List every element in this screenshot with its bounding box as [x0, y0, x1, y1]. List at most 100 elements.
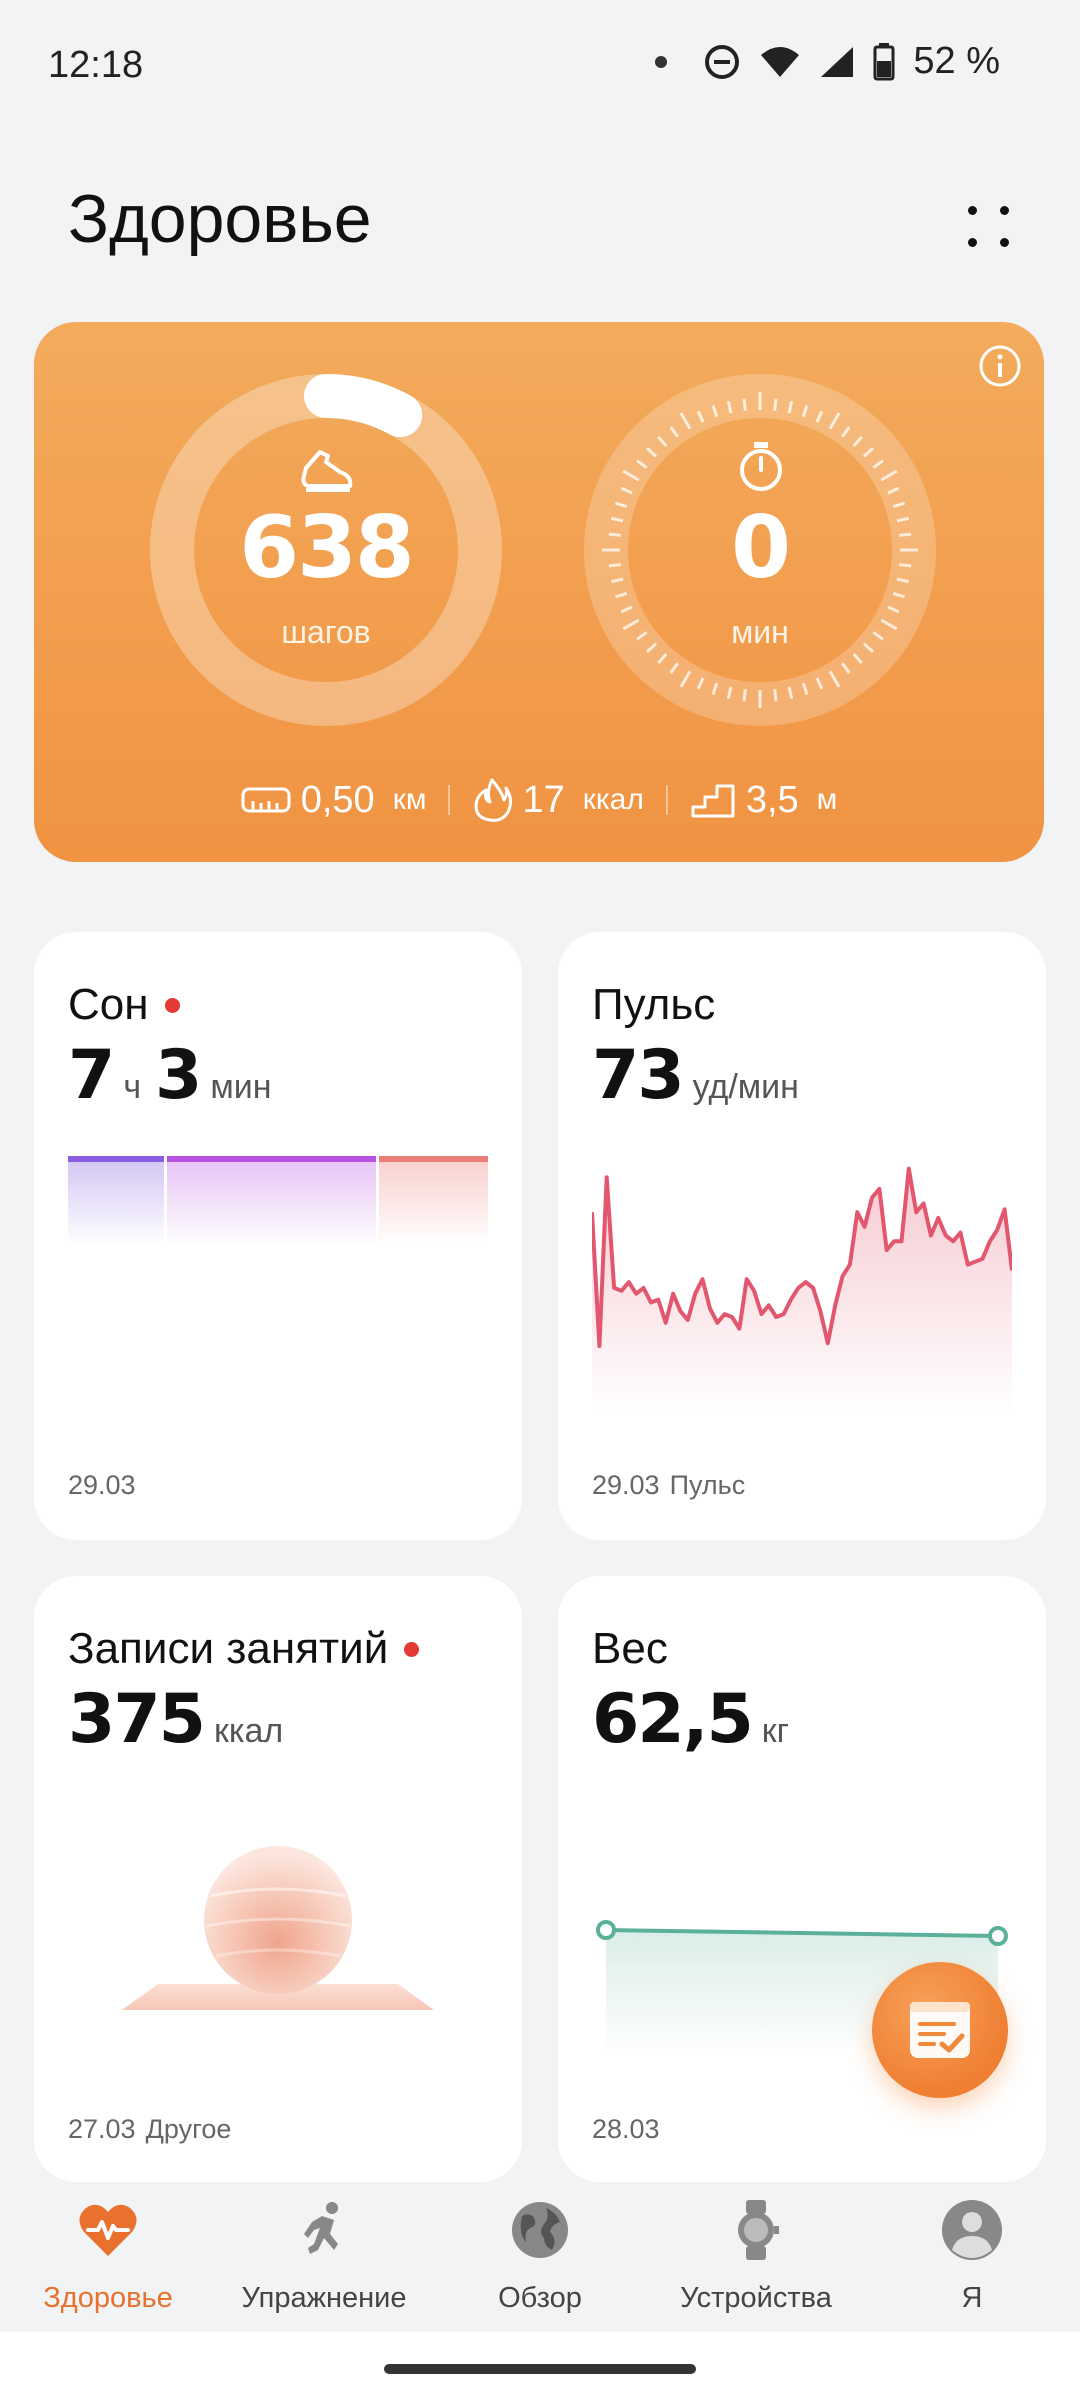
minutes-unit: мин — [731, 614, 789, 650]
battery-icon — [873, 42, 895, 80]
stopwatch-icon — [740, 442, 782, 491]
flame-icon — [474, 778, 513, 822]
bottom-navigation: Здоровье Упражнение Обзор Устройства Я — [0, 2182, 1080, 2332]
weight-date: 28.03 — [592, 2114, 660, 2144]
stairs-icon — [691, 784, 735, 818]
weight-reading: 62,5 кг — [592, 1680, 803, 1759]
sleep-stage-bar — [379, 1156, 488, 1246]
status-icons: 52 % — [655, 40, 1000, 83]
pulse-caption: Пульс — [669, 1470, 746, 1500]
pulse-date: 29.03 — [592, 1470, 660, 1500]
sleep-stage-top — [68, 1156, 164, 1162]
sleep-title: Сон — [68, 980, 149, 1029]
calories-stat: 17 ккал — [450, 778, 665, 822]
nav-label-devices: Устройства — [680, 2282, 832, 2314]
info-icon[interactable] — [978, 344, 1022, 388]
workouts-reading: 375 ккал — [68, 1680, 297, 1759]
floors-value: 3,5 — [745, 778, 799, 821]
nav-tab-exercise[interactable]: Упражнение — [216, 2182, 432, 2332]
sleep-minutes: 3 — [155, 1036, 202, 1115]
calories-unit: ккал — [582, 783, 644, 816]
weight-title: Вес — [592, 1624, 668, 1673]
sleep-stages-chart — [68, 1156, 488, 1246]
weight-card[interactable]: Вес 62,5 кг 28.03 — [558, 1576, 1046, 2182]
sleep-minutes-unit: мин — [210, 1068, 272, 1106]
profile-icon — [942, 2200, 1002, 2260]
page-title: Здоровье — [68, 181, 372, 257]
workouts-value: 375 — [68, 1680, 206, 1759]
grid-dot-icon — [1000, 238, 1009, 247]
ruler-icon — [241, 787, 291, 813]
nav-tab-me[interactable]: Я — [864, 2182, 1080, 2332]
heart-rate-card[interactable]: Пульс 73 уд/мин 29.03 Пульс — [558, 932, 1046, 1540]
grid-dot-icon — [1000, 206, 1009, 215]
floors-stat: 3,5 м — [668, 779, 859, 822]
sleep-date: 29.03 — [68, 1470, 136, 1500]
watch-icon — [738, 2200, 779, 2260]
heart-rate-chart — [592, 1166, 1012, 1416]
workouts-footer: 27.03 Другое — [68, 2114, 231, 2145]
workouts-caption: Другое — [145, 2114, 232, 2144]
runner-icon — [304, 2202, 338, 2254]
active-minutes-ring[interactable]: 0 мин — [580, 370, 940, 730]
distance-unit: км — [392, 783, 427, 816]
wifi-icon — [761, 46, 800, 77]
workouts-title: Записи занятий — [68, 1624, 389, 1673]
steps-unit: шагов — [281, 614, 371, 650]
battery-percent: 52 % — [913, 40, 1000, 82]
note-check-icon — [910, 2002, 970, 2058]
calories-value: 17 — [522, 778, 565, 821]
nav-label-health: Здоровье — [43, 2282, 173, 2314]
sleep-hours: 7 — [68, 1036, 115, 1115]
new-indicator-dot — [164, 997, 180, 1013]
add-record-fab[interactable] — [872, 1962, 1008, 2098]
heart-pulse-icon — [79, 2204, 137, 2256]
grid-dot-icon — [968, 206, 977, 215]
pulse-reading: 73 уд/мин — [592, 1036, 813, 1115]
nav-label-exercise: Упражнение — [241, 2282, 407, 2314]
pulse-unit: уд/мин — [692, 1068, 799, 1106]
sleep-stage-top — [167, 1156, 376, 1162]
weight-point — [988, 1926, 1008, 1946]
page-header: Здоровье — [0, 160, 1080, 280]
weight-point — [596, 1920, 616, 1940]
shoe-icon — [301, 450, 353, 492]
new-indicator-dot — [404, 1641, 420, 1657]
nav-tab-overview[interactable]: Обзор — [432, 2182, 648, 2332]
nav-tab-devices[interactable]: Устройства — [648, 2182, 864, 2332]
activity-rings-card[interactable]: 638 шагов 0 мин 0,50 км 17 ккал 3,5 м — [34, 322, 1044, 862]
workouts-date: 27.03 — [68, 2114, 136, 2144]
yoga-ball-illustration — [122, 1846, 434, 2010]
dnd-icon — [705, 44, 740, 79]
more-options-button[interactable] — [948, 186, 1028, 266]
status-time: 12:18 — [48, 44, 144, 86]
nav-label-me: Я — [961, 2282, 983, 2314]
sleep-duration: 7 ч 3 мин — [68, 1036, 286, 1115]
distance-value: 0,50 — [300, 778, 375, 821]
sleep-card[interactable]: Сон 7 ч 3 мин 29.03 — [34, 932, 522, 1540]
sleep-stage-bar — [68, 1156, 164, 1246]
sleep-hours-unit: ч — [123, 1068, 142, 1106]
pulse-title: Пульс — [592, 980, 716, 1029]
nav-tab-health[interactable]: Здоровье — [0, 2182, 216, 2332]
globe-icon — [512, 2202, 568, 2258]
weight-value: 62,5 — [592, 1680, 754, 1759]
steps-value: 638 — [239, 498, 415, 598]
sleep-stage-top — [379, 1156, 488, 1162]
minutes-value: 0 — [731, 498, 791, 598]
notification-dot-icon — [655, 55, 668, 68]
sleep-stage-bar — [167, 1156, 376, 1246]
nav-label-overview: Обзор — [498, 2282, 582, 2314]
weight-unit: кг — [761, 1712, 790, 1750]
workouts-unit: ккал — [213, 1712, 284, 1750]
grid-dot-icon — [968, 238, 977, 247]
status-bar: 12:18 52 % — [0, 0, 1080, 130]
home-indicator[interactable] — [384, 2364, 696, 2374]
pulse-area — [592, 1168, 1012, 1416]
distance-stat: 0,50 км — [219, 779, 449, 822]
steps-ring[interactable]: 638 шагов — [146, 370, 506, 730]
workout-records-card[interactable]: Записи занятий 375 ккал 27.03 Другое — [34, 1576, 522, 2182]
pulse-footer: 29.03 Пульс — [592, 1470, 745, 1501]
signal-icon — [821, 46, 854, 77]
activity-stats: 0,50 км 17 ккал 3,5 м — [34, 778, 1044, 822]
